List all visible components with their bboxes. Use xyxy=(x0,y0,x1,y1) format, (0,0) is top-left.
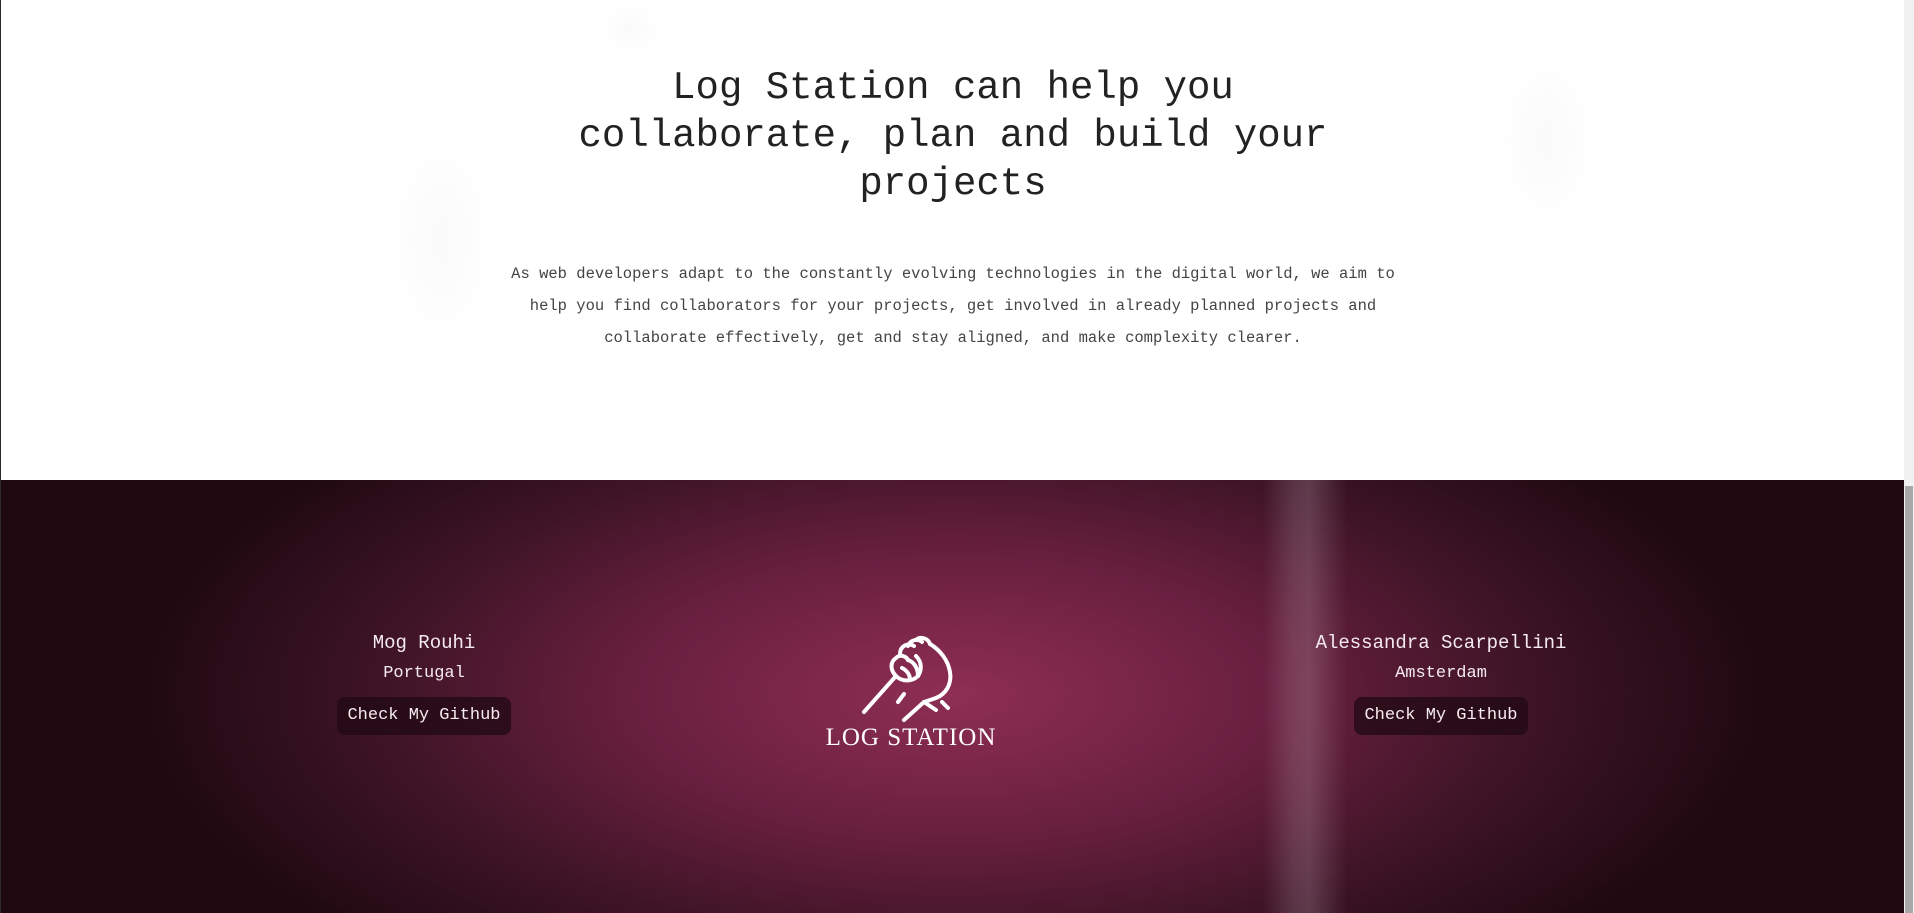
team-member-name: Mog Rouhi xyxy=(372,632,476,654)
intro-heading-line: projects xyxy=(859,162,1047,206)
handshake-icon xyxy=(862,635,953,722)
intro-description-line: As web developers adapt to the constantl… xyxy=(511,265,1395,283)
intro-description-line: help you find collaborators for your pro… xyxy=(529,297,1377,315)
background-shape xyxy=(601,0,661,60)
team-member-name: Alessandra Scarpellini xyxy=(1315,632,1567,654)
github-button-right[interactable]: Check My Github xyxy=(1354,697,1528,735)
page: Log Station can help you collaborate, pl… xyxy=(0,0,1914,913)
team-member-location: Amsterdam xyxy=(1395,664,1487,683)
team-member-location: Portugal xyxy=(383,664,465,683)
intro-heading-line: collaborate, plan and build your xyxy=(578,114,1328,158)
scrollbar-thumb[interactable] xyxy=(1905,486,1913,913)
intro-section: Log Station can help you collaborate, pl… xyxy=(1,0,1905,480)
footer: Mog Rouhi Portugal Check My Github LOG S… xyxy=(1,480,1905,913)
brand[interactable]: LOG STATION xyxy=(811,632,1011,752)
github-button-left[interactable]: Check My Github xyxy=(337,697,511,735)
background-shape xyxy=(1491,40,1601,240)
vertical-scrollbar[interactable] xyxy=(1904,0,1914,913)
intro-heading-line: Log Station can help you xyxy=(672,66,1234,110)
intro-description: As web developers adapt to the constantl… xyxy=(483,258,1423,354)
intro-description-line: collaborate effectively, get and stay al… xyxy=(604,329,1302,347)
intro-heading: Log Station can help you collaborate, pl… xyxy=(543,64,1363,208)
brand-name: LOG STATION xyxy=(825,724,997,751)
team-member-left: Mog Rouhi Portugal Check My Github xyxy=(244,630,604,735)
team-member-right: Alessandra Scarpellini Amsterdam Check M… xyxy=(1261,630,1621,735)
